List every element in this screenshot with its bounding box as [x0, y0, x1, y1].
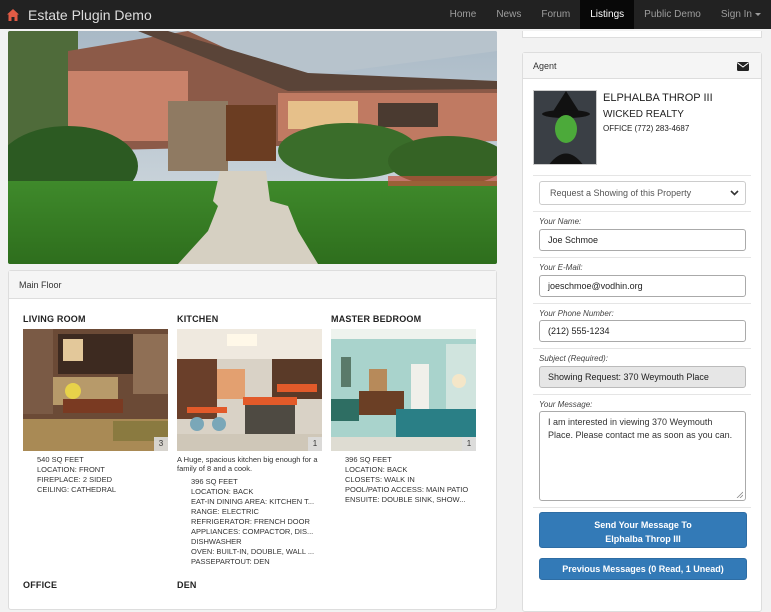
list-item: LOCATION: BACK — [191, 487, 325, 497]
room-title: KITCHEN — [177, 314, 219, 324]
list-item: DISHWASHER — [191, 537, 325, 547]
divider — [533, 175, 751, 176]
nav-forum[interactable]: Forum — [531, 0, 580, 29]
feature-list: 396 SQ FEET LOCATION: BACK CLOSETS: WALK… — [331, 455, 479, 505]
home-icon — [7, 8, 19, 21]
sign-in-label: Sign In — [720, 9, 752, 20]
living-room-photo[interactable]: 3 — [23, 329, 168, 451]
chevron-down-icon — [730, 190, 739, 196]
subject-label: Subject (Required): — [539, 354, 608, 363]
list-item: LOCATION: FRONT — [37, 465, 171, 475]
request-type-value: Request a Showing of this Property — [550, 188, 692, 198]
kitchen-photo[interactable]: 1 — [177, 329, 322, 451]
nav-menu: Home News Forum Listings Public Demo Sig… — [440, 0, 771, 29]
nav-news[interactable]: News — [486, 0, 531, 29]
list-item: POOL/PATIO ACCESS: MAIN PATIO — [345, 485, 479, 495]
room-title: LIVING ROOM — [23, 314, 86, 324]
agent-avatar — [533, 90, 597, 165]
envelope-icon[interactable] — [737, 62, 749, 71]
photo-count: 1 — [462, 437, 476, 451]
message-text: I am interested in viewing 370 Weymouth … — [548, 417, 733, 440]
list-item: FIREPLACE: 2 SIDED — [37, 475, 171, 485]
send-message-button[interactable]: Send Your Message To Elphalba Throp III — [539, 512, 747, 548]
list-item: CLOSETS: WALK IN — [345, 475, 479, 485]
nav-listings[interactable]: Listings — [580, 0, 635, 29]
room-title: OFFICE — [23, 580, 58, 590]
agent-company: WICKED REALTY — [603, 109, 684, 120]
room-kitchen: KITCHEN 1 A Huge, spacious kitchen big e… — [177, 314, 325, 567]
room-master-bedroom: MASTER BEDROOM 1 396 SQ FEET LOCATION: B… — [331, 314, 479, 505]
list-item: REFRIGERATOR: FRENCH DOOR — [191, 517, 325, 527]
main-floor-panel: Main Floor LIVING ROOM 3 540 SQ FEET LOC… — [8, 270, 497, 610]
send-button-line1: Send Your Message To — [594, 520, 692, 530]
list-item: 540 SQ FEET — [37, 455, 171, 465]
master-bedroom-photo[interactable]: 1 — [331, 329, 476, 451]
divider — [533, 257, 751, 258]
photo-count: 3 — [154, 437, 168, 451]
feature-list: 396 SQ FEET LOCATION: BACK EAT-IN DINING… — [177, 477, 325, 567]
list-item: CEILING: CATHEDRAL — [37, 485, 171, 495]
resize-grip-icon[interactable] — [736, 491, 743, 498]
room-title: DEN — [177, 580, 197, 590]
brand[interactable]: Estate Plugin Demo — [0, 0, 152, 29]
room-description: A Huge, spacious kitchen big enough for … — [177, 455, 318, 473]
list-item: 396 SQ FEET — [191, 477, 325, 487]
name-field[interactable]: Joe Schmoe — [539, 229, 746, 251]
agent-panel: Agent ELPHALBA THROP III WICKED REALTY O… — [522, 52, 762, 612]
previous-messages-button[interactable]: Previous Messages (0 Read, 1 Unead) — [539, 558, 747, 580]
property-hero-image[interactable] — [8, 31, 497, 264]
request-type-select[interactable]: Request a Showing of this Property — [539, 181, 746, 205]
list-item: RANGE: ELECTRIC — [191, 507, 325, 517]
list-item: OVEN: BUILT-IN, DOUBLE, WALL ... — [191, 547, 325, 557]
room-living-room: LIVING ROOM 3 540 SQ FEET LOCATION: FRON… — [23, 314, 171, 495]
divider — [533, 211, 751, 212]
list-item: 396 SQ FEET — [345, 455, 479, 465]
nav-public-demo[interactable]: Public Demo — [634, 0, 711, 29]
top-navbar: Estate Plugin Demo Home News Forum Listi… — [0, 0, 771, 29]
room-title: MASTER BEDROOM — [331, 314, 422, 324]
feature-list: 540 SQ FEET LOCATION: FRONT FIREPLACE: 2… — [23, 455, 171, 495]
message-textarea[interactable]: I am interested in viewing 370 Weymouth … — [539, 411, 746, 501]
divider — [533, 303, 751, 304]
agent-heading-label: Agent — [533, 61, 557, 71]
caret-down-icon — [755, 12, 761, 16]
phone-label: Your Phone Number: — [539, 309, 614, 318]
divider — [533, 394, 751, 395]
divider — [533, 348, 751, 349]
name-label: Your Name: — [539, 217, 582, 226]
nav-home[interactable]: Home — [440, 0, 487, 29]
sidebar-top-panel — [522, 31, 762, 38]
brand-title: Estate Plugin Demo — [28, 6, 152, 23]
nav-sign-in[interactable]: Sign In — [711, 0, 771, 29]
agent-name: ELPHALBA THROP III — [603, 92, 713, 104]
floor-heading: Main Floor — [9, 271, 496, 299]
photo-count: 1 — [308, 437, 322, 451]
phone-field[interactable]: (212) 555-1234 — [539, 320, 746, 342]
list-item: EAT-IN DINING AREA: KITCHEN T... — [191, 497, 325, 507]
email-label: Your E-Mail: — [539, 263, 583, 272]
room-den: DEN — [177, 580, 325, 590]
message-label: Your Message: — [539, 400, 593, 409]
agent-phone: OFFICE (772) 283-4687 — [603, 124, 690, 133]
list-item: LOCATION: BACK — [345, 465, 479, 475]
send-button-line2: Elphalba Throp III — [605, 534, 681, 544]
divider — [533, 507, 751, 508]
room-office: OFFICE — [23, 580, 171, 590]
list-item: PASSEPARTOUT: DEN — [191, 557, 325, 567]
agent-heading: Agent — [523, 53, 761, 79]
list-item: APPLIANCES: COMPACTOR, DIS... — [191, 527, 325, 537]
email-field[interactable]: joeschmoe@vodhin.org — [539, 275, 746, 297]
list-item: ENSUITE: DOUBLE SINK, SHOW... — [345, 495, 479, 505]
subject-field[interactable]: Showing Request: 370 Weymouth Place — [539, 366, 746, 388]
